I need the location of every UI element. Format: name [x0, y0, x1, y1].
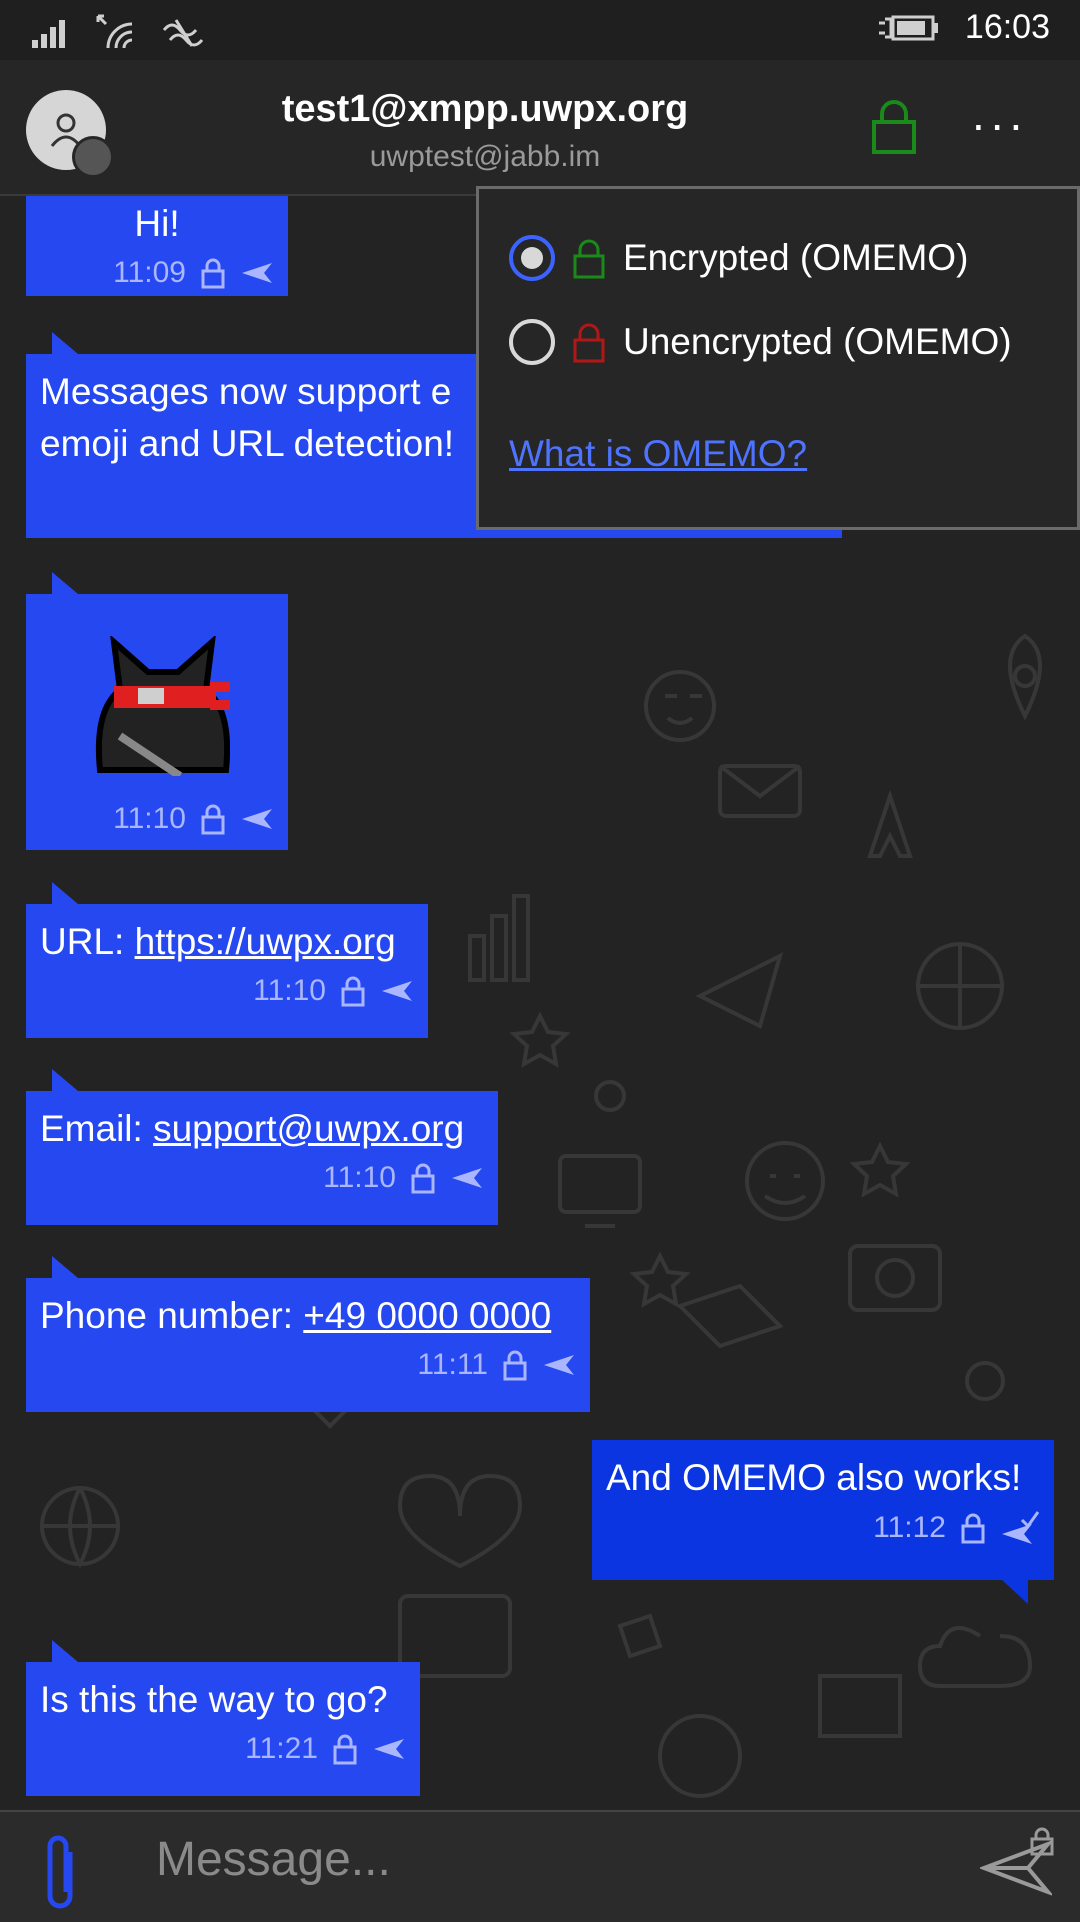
lock-icon: [333, 1734, 357, 1765]
delivered-icon: [1002, 1511, 1040, 1544]
sent-icon: [374, 1739, 404, 1759]
encryption-menu: Encrypted (OMEMO) Unencrypted (OMEMO) Wh…: [476, 186, 1080, 530]
sent-icon: [544, 1355, 574, 1375]
message-bubble[interactable]: URL: https://uwpx.org 11:10: [26, 882, 428, 1038]
bubble-tail: [52, 572, 78, 594]
message-bubble[interactable]: Phone number: +49 0000 0000 11:11: [26, 1256, 590, 1412]
battery-charging-icon: [878, 15, 938, 40]
message-time: 11:21: [245, 1732, 318, 1765]
bubble-tail: [52, 332, 78, 354]
paperclip-icon: [47, 1835, 73, 1909]
bubble-tail: [52, 1069, 78, 1091]
message-meta: 11:10: [40, 974, 414, 1008]
message-time: 11:12: [873, 1511, 946, 1544]
send-icon: [978, 1839, 1055, 1897]
message-time: 11:11: [417, 1348, 488, 1381]
option-unencrypted[interactable]: Unencrypted (OMEMO): [509, 319, 1012, 365]
message-meta: 11:11: [40, 1348, 576, 1382]
message-text: Phone number: +49 0000 0000: [40, 1290, 576, 1342]
option-encrypted[interactable]: Encrypted (OMEMO): [509, 235, 968, 281]
message-time: 11:10: [253, 974, 326, 1007]
sent-icon: [382, 981, 412, 1001]
clock: 16:03: [964, 8, 1050, 46]
message-meta: 11:09: [40, 256, 274, 290]
signal-icon: [32, 20, 65, 48]
message-meta: 11:21: [40, 1732, 406, 1766]
option-label: Unencrypted (OMEMO): [623, 321, 1012, 362]
message-composer: Message...: [0, 1810, 1080, 1922]
encryption-toggle-button[interactable]: [870, 96, 918, 161]
chat-title: test1@xmpp.uwpx.org: [281, 88, 689, 130]
message-prefix: Phone number:: [40, 1295, 304, 1336]
message-input[interactable]: Message...: [156, 1832, 391, 1887]
ninja-cat-emoji: [95, 636, 230, 776]
lock-icon: [503, 1350, 527, 1381]
send-button[interactable]: [978, 1839, 1055, 1901]
radio-unencrypted[interactable]: [509, 319, 555, 365]
attach-button[interactable]: [40, 1832, 84, 1917]
sent-icon: [242, 809, 272, 829]
message-bubble[interactable]: Email: support@uwpx.org 11:10: [26, 1069, 498, 1225]
what-is-omemo-link[interactable]: What is OMEMO?: [509, 433, 807, 475]
sent-icon: [452, 1168, 482, 1188]
chat-subtitle: uwptest@jabb.im: [369, 140, 601, 173]
url-link[interactable]: https://uwpx.org: [135, 921, 396, 962]
radio-encrypted[interactable]: [509, 235, 555, 281]
option-label: Encrypted (OMEMO): [623, 237, 969, 278]
message-time: 11:10: [113, 802, 186, 835]
status-bar: 16:03: [0, 0, 1080, 60]
message-bubble-image[interactable]: 11:10: [26, 572, 288, 850]
more-options-button[interactable]: ...: [972, 91, 1028, 137]
message-prefix: URL:: [40, 921, 135, 962]
lock-icon: [872, 100, 916, 154]
message-meta: 11:10: [40, 1161, 484, 1195]
bubble-tail: [52, 1256, 78, 1278]
lock-icon: [961, 1513, 985, 1544]
bubble-tail: [1002, 1580, 1028, 1604]
message-text: And OMEMO also works!: [606, 1457, 1022, 1498]
message-time: 11:09: [113, 256, 186, 289]
lock-icon: [201, 804, 225, 835]
message-prefix: Email:: [40, 1108, 154, 1149]
email-link[interactable]: support@uwpx.org: [153, 1108, 464, 1149]
data-sync-icon: [162, 19, 204, 47]
message-text: Is this the way to go?: [40, 1679, 388, 1720]
chat-header: test1@xmpp.uwpx.org uwptest@jabb.im ...: [0, 60, 1080, 196]
message-bubble-outgoing[interactable]: And OMEMO also works! 11:12: [592, 1440, 1054, 1604]
message-meta: 11:12: [606, 1510, 1040, 1546]
message-time: 11:10: [323, 1161, 396, 1194]
message-text: Email: support@uwpx.org: [40, 1103, 484, 1155]
wifi-icon: [96, 14, 133, 49]
message-text: URL: https://uwpx.org: [40, 916, 414, 968]
lock-icon: [411, 1163, 435, 1194]
message-bubble[interactable]: Is this the way to go? 11:21: [26, 1640, 420, 1796]
lock-icon: [573, 323, 605, 363]
lock-icon: [573, 239, 605, 279]
phone-link[interactable]: +49 0000 0000: [303, 1295, 551, 1336]
status-icons: [30, 10, 206, 50]
bubble-tail: [52, 882, 78, 904]
message-bubble[interactable]: Hi! 11:09: [26, 196, 288, 296]
message-text: Hi!: [134, 203, 180, 244]
lock-icon: [201, 258, 225, 289]
sent-icon: [242, 263, 272, 283]
message-meta: 11:10: [113, 802, 274, 836]
bubble-tail: [52, 1640, 78, 1662]
lock-icon: [341, 976, 365, 1007]
